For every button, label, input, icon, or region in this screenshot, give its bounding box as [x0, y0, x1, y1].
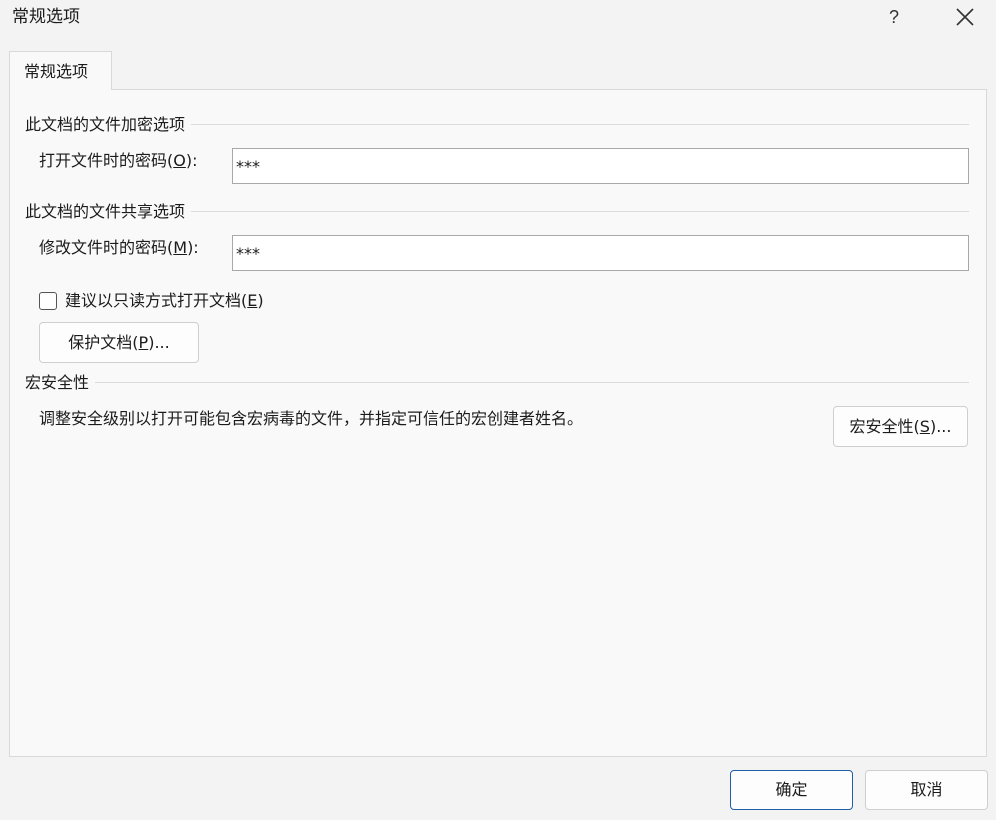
readonly-checkbox[interactable]	[39, 292, 57, 310]
open-password-input[interactable]	[232, 148, 969, 184]
help-button[interactable]: ?	[876, 0, 912, 34]
ok-button[interactable]: 确定	[730, 770, 853, 810]
readonly-checkbox-label[interactable]: 建议以只读方式打开文档(E)	[65, 291, 264, 311]
tab-general-options[interactable]: 常规选项	[9, 51, 112, 90]
help-icon: ?	[888, 7, 899, 27]
close-icon	[956, 8, 974, 26]
window-title: 常规选项	[12, 7, 80, 27]
macro-security-button[interactable]: 宏安全性(S)...	[833, 406, 968, 447]
macro-group-title: 宏安全性	[25, 373, 96, 393]
modify-password-input[interactable]	[232, 235, 969, 271]
modify-password-label: 修改文件时的密码(M):	[39, 238, 199, 257]
open-password-label: 打开文件时的密码(O):	[39, 151, 198, 170]
macro-description: 调整安全级别以打开可能包含宏病毒的文件，并指定可信任的宏创建者姓名。	[39, 409, 584, 428]
title-bar: 常规选项 ?	[0, 0, 996, 38]
encryption-group-title: 此文档的文件加密选项	[25, 115, 192, 135]
sharing-group-title: 此文档的文件共享选项	[25, 202, 192, 222]
protect-document-button[interactable]: 保护文档(P)...	[39, 322, 199, 363]
cancel-button[interactable]: 取消	[865, 770, 988, 810]
tab-label: 常规选项	[24, 62, 89, 81]
macro-group-divider	[25, 382, 969, 383]
close-button[interactable]	[946, 0, 984, 34]
